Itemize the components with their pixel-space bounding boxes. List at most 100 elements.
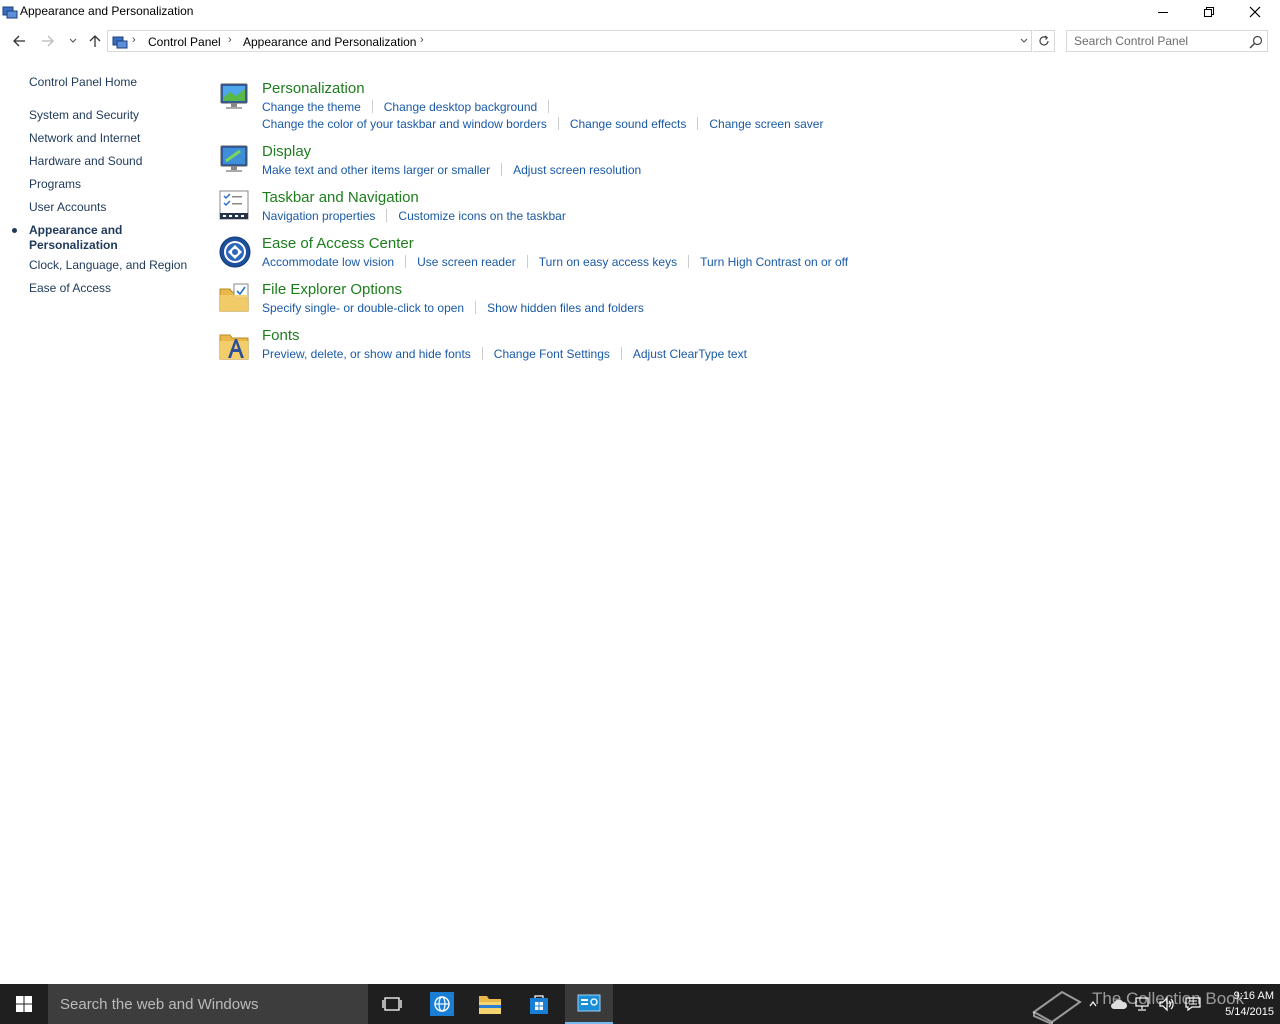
ease-of-access-icon bbox=[219, 236, 251, 268]
link-text-size[interactable]: Make text and other items larger or smal… bbox=[262, 163, 490, 177]
link-high-contrast[interactable]: Turn High Contrast on or off bbox=[700, 255, 848, 269]
control-panel-icon bbox=[2, 6, 18, 19]
chevron-down-icon bbox=[69, 38, 77, 43]
speaker-icon bbox=[1159, 996, 1174, 1012]
link-customize-taskbar-icons[interactable]: Customize icons on the taskbar bbox=[398, 209, 565, 223]
file-explorer-options-title[interactable]: File Explorer Options bbox=[262, 281, 402, 298]
forward-button[interactable] bbox=[37, 30, 59, 52]
link-navigation-properties[interactable]: Navigation properties bbox=[262, 209, 375, 223]
link-easy-access-keys[interactable]: Turn on easy access keys bbox=[539, 255, 677, 269]
ease-of-access-title[interactable]: Ease of Access Center bbox=[262, 235, 414, 252]
arrow-left-icon bbox=[13, 35, 25, 47]
restore-button[interactable] bbox=[1186, 0, 1232, 24]
link-screen-saver[interactable]: Change screen saver bbox=[709, 117, 823, 131]
sidebar-item-ease-of-access[interactable]: Ease of Access bbox=[29, 281, 111, 296]
network-icon bbox=[1135, 997, 1149, 1011]
fonts-title[interactable]: Fonts bbox=[262, 327, 300, 344]
store-bag-icon bbox=[530, 995, 548, 1014]
refresh-icon bbox=[1038, 35, 1049, 46]
action-center-button[interactable] bbox=[1182, 984, 1204, 1024]
taskbar-store-button[interactable] bbox=[515, 984, 563, 1024]
windows-logo-icon bbox=[16, 996, 32, 1012]
sidebar-item-network[interactable]: Network and Internet bbox=[29, 131, 140, 146]
volume-tray-button[interactable] bbox=[1156, 984, 1178, 1024]
link-single-double-click[interactable]: Specify single- or double-click to open bbox=[262, 301, 464, 315]
address-dropdown-button[interactable] bbox=[1016, 33, 1032, 49]
link-screen-resolution[interactable]: Adjust screen resolution bbox=[513, 163, 641, 177]
link-low-vision[interactable]: Accommodate low vision bbox=[262, 255, 394, 269]
chevron-up-icon bbox=[1089, 1001, 1097, 1007]
control-panel-icon bbox=[577, 994, 601, 1012]
cloud-tray-button[interactable] bbox=[1108, 984, 1130, 1024]
recent-locations-button[interactable] bbox=[62, 30, 84, 52]
personalization-icon bbox=[220, 83, 248, 109]
clock[interactable]: 9:16 AM 5/14/2015 bbox=[1206, 988, 1274, 1020]
close-button[interactable] bbox=[1232, 0, 1278, 24]
clock-date: 5/14/2015 bbox=[1225, 1006, 1274, 1018]
task-view-button[interactable] bbox=[368, 984, 416, 1024]
search-icon[interactable] bbox=[1248, 34, 1264, 50]
breadcrumb-control-panel[interactable]: Control Panel bbox=[148, 35, 221, 49]
sidebar-item-programs[interactable]: Programs bbox=[29, 177, 81, 192]
address-bar[interactable]: › Control Panel › Appearance and Persona… bbox=[107, 30, 1032, 52]
notification-icon bbox=[1185, 997, 1201, 1012]
search-box[interactable] bbox=[1066, 30, 1268, 52]
display-title[interactable]: Display bbox=[262, 143, 311, 160]
minimize-button[interactable] bbox=[1140, 0, 1186, 24]
taskbar-navigation-title[interactable]: Taskbar and Navigation bbox=[262, 189, 419, 206]
sidebar-item-user-accounts[interactable]: User Accounts bbox=[29, 200, 106, 215]
link-cleartype[interactable]: Adjust ClearType text bbox=[633, 347, 747, 361]
navigation-bar: › Control Panel › Appearance and Persona… bbox=[0, 28, 1280, 54]
up-button[interactable] bbox=[84, 30, 106, 52]
display-icon bbox=[220, 145, 248, 172]
breadcrumb-separator[interactable]: › bbox=[420, 34, 424, 46]
link-screen-reader[interactable]: Use screen reader bbox=[417, 255, 516, 269]
task-view-icon bbox=[382, 997, 402, 1011]
folder-options-icon bbox=[219, 283, 249, 312]
close-icon bbox=[1249, 6, 1261, 18]
taskbar-control-panel-button[interactable] bbox=[565, 984, 613, 1024]
search-input[interactable] bbox=[1067, 31, 1247, 51]
link-taskbar-color[interactable]: Change the color of your taskbar and win… bbox=[262, 117, 547, 131]
taskbar: The Collection Book 9:16 AM bbox=[0, 984, 1280, 1024]
taskbar-search-input[interactable] bbox=[48, 984, 368, 1024]
cloud-icon bbox=[1111, 999, 1128, 1009]
breadcrumb-appearance[interactable]: Appearance and Personalization bbox=[243, 35, 416, 49]
minimize-icon bbox=[1158, 12, 1168, 13]
breadcrumb-separator[interactable]: › bbox=[228, 34, 232, 46]
clock-time: 9:16 AM bbox=[1233, 990, 1274, 1002]
link-font-settings[interactable]: Change Font Settings bbox=[494, 347, 610, 361]
title-bar: Appearance and Personalization bbox=[0, 0, 1280, 24]
network-tray-button[interactable] bbox=[1132, 984, 1154, 1024]
window-title: Appearance and Personalization bbox=[20, 4, 194, 18]
link-sound-effects[interactable]: Change sound effects bbox=[570, 117, 687, 131]
link-desktop-background[interactable]: Change desktop background bbox=[384, 100, 537, 114]
taskbar-icon bbox=[219, 190, 249, 220]
start-button[interactable] bbox=[0, 984, 48, 1024]
refresh-button[interactable] bbox=[1033, 30, 1055, 52]
taskbar-search-box[interactable] bbox=[48, 984, 368, 1024]
taskbar-file-explorer-button[interactable] bbox=[466, 984, 514, 1024]
arrow-right-icon bbox=[42, 35, 54, 47]
book-watermark-icon bbox=[1032, 990, 1082, 1024]
taskbar-edge-button[interactable] bbox=[418, 984, 466, 1024]
sidebar-item-appearance[interactable]: Appearance and Personalization bbox=[29, 223, 149, 253]
control-panel-icon bbox=[112, 36, 128, 49]
arrow-up-icon bbox=[89, 35, 101, 47]
sidebar-item-system-security[interactable]: System and Security bbox=[29, 108, 139, 123]
breadcrumb-separator[interactable]: › bbox=[132, 34, 136, 46]
personalization-title[interactable]: Personalization bbox=[262, 80, 365, 97]
link-change-theme[interactable]: Change the theme bbox=[262, 100, 361, 114]
link-show-hidden-files[interactable]: Show hidden files and folders bbox=[487, 301, 644, 315]
fonts-folder-icon bbox=[219, 334, 249, 360]
browser-globe-icon bbox=[430, 992, 454, 1016]
link-preview-fonts[interactable]: Preview, delete, or show and hide fonts bbox=[262, 347, 471, 361]
restore-icon bbox=[1204, 7, 1214, 17]
sidebar-home-link[interactable]: Control Panel Home bbox=[29, 75, 137, 90]
back-button[interactable] bbox=[8, 30, 30, 52]
show-hidden-icons-button[interactable] bbox=[1084, 984, 1102, 1024]
active-bullet bbox=[12, 228, 17, 233]
chevron-down-icon bbox=[1020, 38, 1028, 43]
sidebar-item-clock-language[interactable]: Clock, Language, and Region bbox=[29, 258, 187, 273]
sidebar-item-hardware[interactable]: Hardware and Sound bbox=[29, 154, 142, 169]
